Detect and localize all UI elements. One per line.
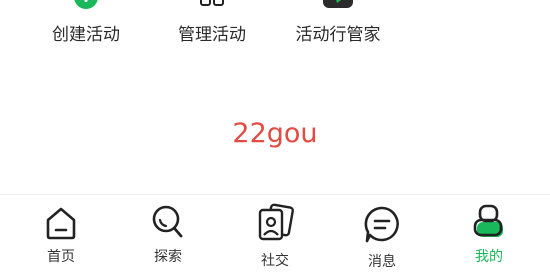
tab-explore[interactable]: 探索 bbox=[123, 195, 213, 275]
search-icon bbox=[152, 205, 183, 238]
tab-messages[interactable]: 消息 bbox=[337, 195, 427, 275]
message-icon bbox=[364, 206, 399, 243]
bottom-tab-bar: 首页 探索 社交 消息 我的 bbox=[0, 195, 550, 275]
home-icon bbox=[46, 207, 76, 240]
tab-profile[interactable]: 我的 bbox=[444, 195, 534, 275]
app-logo-icon bbox=[323, 0, 353, 8]
activity-manager-label: 活动行管家 bbox=[295, 25, 381, 45]
profile-icon bbox=[473, 204, 503, 237]
tab-home[interactable]: 首页 bbox=[16, 195, 106, 275]
plus-circle-icon bbox=[74, 0, 98, 9]
tab-social[interactable]: 社交 bbox=[230, 195, 320, 275]
tab-social-label: 社交 bbox=[261, 253, 289, 269]
tab-home-label: 首页 bbox=[47, 249, 75, 265]
tab-messages-label: 消息 bbox=[368, 254, 396, 270]
tab-profile-label: 我的 bbox=[475, 249, 503, 265]
social-cards-icon bbox=[258, 203, 294, 241]
brand-text: 22gou bbox=[232, 118, 318, 149]
create-activity-label: 创建活动 bbox=[52, 25, 120, 45]
grid-icon bbox=[200, 0, 224, 6]
shortcut-row: 创建活动 管理活动 活动行管家 bbox=[0, 0, 550, 60]
tab-explore-label: 探索 bbox=[154, 249, 182, 265]
manage-activity-label: 管理活动 bbox=[178, 25, 246, 45]
